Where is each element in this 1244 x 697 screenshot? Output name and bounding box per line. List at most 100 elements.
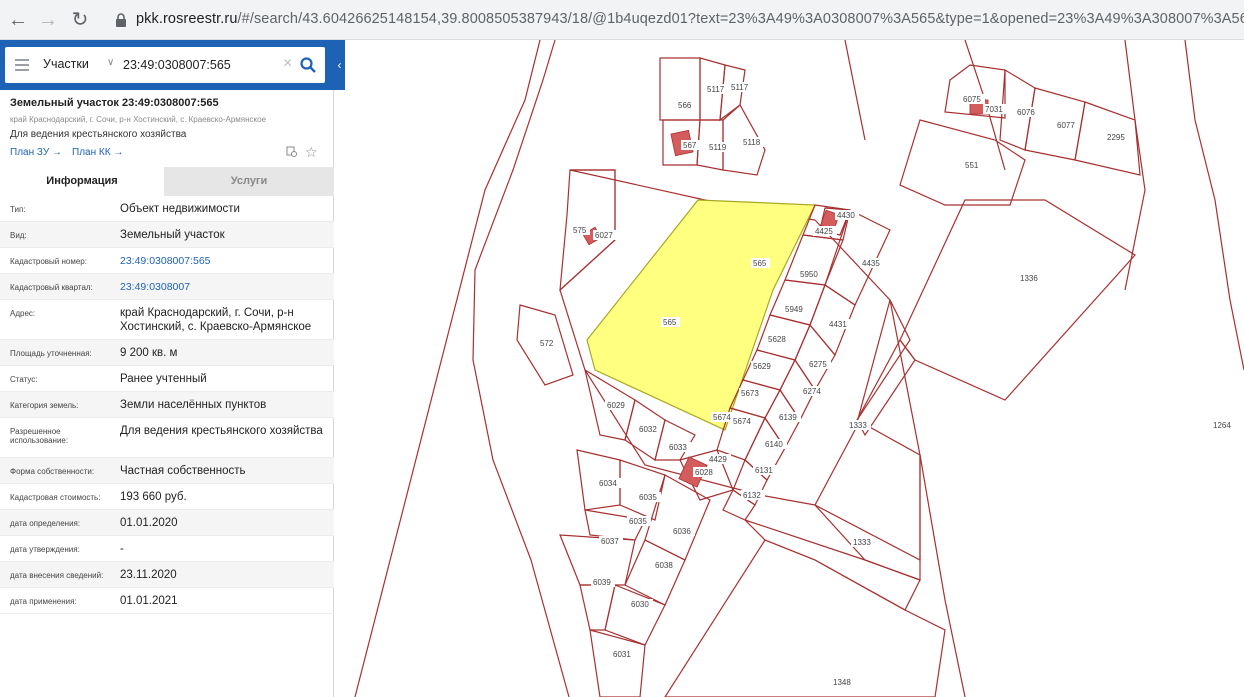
map-label: 6274 bbox=[803, 387, 821, 396]
star-icon[interactable]: ☆ bbox=[305, 144, 318, 161]
map-label: 6035 bbox=[639, 493, 657, 502]
map-label: 5673 bbox=[741, 389, 759, 398]
map-label: 567 bbox=[683, 141, 697, 150]
property-label: Кадастровый номер: bbox=[10, 257, 87, 266]
map-label: 1333 bbox=[849, 421, 867, 430]
parcel-6031[interactable] bbox=[589, 629, 646, 697]
parcel-outline[interactable] bbox=[1124, 40, 1146, 291]
map-label: 6027 bbox=[595, 231, 613, 240]
browser-toolbar: ← → ↻ pkk.rosreestr.ru/#/search/43.60426… bbox=[0, 0, 1244, 40]
property-value[interactable]: 23:49:0308007:565 bbox=[120, 254, 325, 268]
search-icon[interactable] bbox=[299, 56, 317, 74]
plan-zu-link[interactable]: План ЗУ → bbox=[10, 147, 62, 158]
tab-info[interactable]: Информация bbox=[0, 167, 164, 196]
url-text: pkk.rosreestr.ru/#/search/43.60426625148… bbox=[136, 11, 1244, 27]
property-value: Ранее учтенный bbox=[120, 373, 207, 385]
map-label: 5674 bbox=[713, 413, 731, 422]
selected-parcel-565[interactable] bbox=[586, 199, 816, 431]
map-label: 6029 bbox=[607, 401, 625, 410]
map-label: 565 bbox=[663, 318, 677, 327]
map-label: 6036 bbox=[673, 527, 691, 536]
chevron-down-icon[interactable]: ∨ bbox=[107, 57, 114, 68]
map-label: 6075 bbox=[963, 95, 981, 104]
property-row: Вид: Земельный участок bbox=[0, 222, 334, 248]
property-row: Кадастровая стоимость: 193 660 руб. bbox=[0, 484, 334, 510]
property-label: дата применения: bbox=[10, 597, 77, 606]
map-label: 6077 bbox=[1057, 121, 1075, 130]
back-arrow-icon[interactable]: ← bbox=[6, 8, 30, 32]
property-value: - bbox=[120, 543, 124, 555]
property-value: Земельный участок bbox=[120, 229, 225, 241]
cadastral-map[interactable]: 566 5117 5117 5118 5119 567 6075 7031 6076 6077 22… bbox=[345, 40, 1244, 697]
clear-icon[interactable]: × bbox=[283, 55, 292, 73]
parcel-outline[interactable] bbox=[844, 40, 866, 141]
map-label: 566 bbox=[678, 101, 692, 110]
menu-icon[interactable] bbox=[15, 59, 29, 71]
copy-icon[interactable] bbox=[286, 146, 298, 158]
property-label: Адрес: bbox=[10, 309, 36, 318]
property-row: Кадастровый номер: 23:49:0308007:565 bbox=[0, 248, 334, 274]
map-label: 6139 bbox=[779, 413, 797, 422]
parcel-551[interactable] bbox=[899, 119, 1026, 206]
map-label: 4431 bbox=[829, 320, 847, 329]
parcel-6275[interactable] bbox=[794, 323, 836, 392]
parcel-outline[interactable] bbox=[354, 40, 541, 697]
reload-icon[interactable]: ↻ bbox=[68, 8, 92, 32]
info-panel: Участки ∨ × ‹ Земельный участок 23:49:03… bbox=[0, 40, 345, 697]
parcel-566[interactable] bbox=[659, 57, 701, 121]
property-row: Статус: Ранее учтенный bbox=[0, 366, 334, 392]
map-label: 565 bbox=[753, 259, 767, 268]
parcel-1348[interactable] bbox=[664, 539, 946, 697]
property-value: 193 660 руб. bbox=[120, 491, 187, 503]
property-value: Частная собственность bbox=[120, 465, 246, 477]
search-box: Участки ∨ × bbox=[5, 47, 325, 83]
address-bar[interactable]: pkk.rosreestr.ru/#/search/43.60426625148… bbox=[104, 6, 1244, 34]
plan-kk-link[interactable]: План КК → bbox=[72, 147, 123, 158]
map-label: 6039 bbox=[593, 578, 611, 587]
property-label: Разрешенное использование: bbox=[10, 427, 69, 445]
tab-services[interactable]: Услуги bbox=[164, 167, 334, 196]
property-value: край Краснодарский, г. Сочи, р-н Хостинс… bbox=[120, 307, 312, 333]
parcel-6038[interactable] bbox=[624, 539, 686, 606]
parcel-outline[interactable] bbox=[919, 454, 966, 697]
property-label: Тип: bbox=[10, 205, 26, 214]
property-label: дата утверждения: bbox=[10, 545, 80, 554]
property-label: Категория земель: bbox=[10, 401, 79, 410]
property-label: дата внесения сведений: bbox=[10, 571, 104, 580]
parcel-5949[interactable] bbox=[769, 279, 826, 326]
parcel-1333b[interactable] bbox=[744, 519, 921, 611]
lock-icon bbox=[116, 13, 126, 27]
map-label: 5950 bbox=[800, 270, 818, 279]
property-label: Статус: bbox=[10, 375, 38, 384]
map-label: 6132 bbox=[743, 491, 761, 500]
forward-arrow-icon[interactable]: → bbox=[36, 8, 60, 32]
property-row: Разрешенное использование: Для ведения кр… bbox=[0, 418, 334, 458]
map-label: 6028 bbox=[695, 468, 713, 477]
property-value: Объект недвижимости bbox=[120, 203, 240, 215]
parcel-1336[interactable] bbox=[899, 199, 1136, 401]
map-label: 1348 bbox=[833, 678, 851, 687]
map-label: 5949 bbox=[785, 305, 803, 314]
map-label: 6030 bbox=[631, 600, 649, 609]
map-label: 5629 bbox=[753, 362, 771, 371]
collapse-panel-icon[interactable]: ‹ bbox=[334, 55, 345, 75]
map-label: 2295 bbox=[1107, 133, 1125, 142]
property-row: Площадь уточненная: 9 200 кв. м bbox=[0, 340, 334, 366]
parcel-outline[interactable] bbox=[1184, 40, 1244, 371]
property-row: Форма собственности: Частная собственност… bbox=[0, 458, 334, 484]
parcel-outline[interactable] bbox=[472, 40, 570, 697]
parcel-6036[interactable] bbox=[644, 474, 711, 561]
map-label: 6037 bbox=[601, 537, 619, 546]
property-value: Для ведения крестьянского хозяйства bbox=[120, 425, 323, 437]
map-svg[interactable]: 566 5117 5117 5118 5119 567 6075 7031 6076 6077 22… bbox=[345, 40, 1244, 697]
property-value: 01.01.2020 bbox=[120, 517, 178, 529]
map-label: 5628 bbox=[768, 335, 786, 344]
property-label: дата определения: bbox=[10, 519, 81, 528]
property-row: Кадастровый квартал: 23:49:0308007 bbox=[0, 274, 334, 300]
property-value: 9 200 кв. м bbox=[120, 347, 178, 359]
map-label: 1336 bbox=[1020, 274, 1038, 283]
map-label: 5674 bbox=[733, 417, 751, 426]
property-value[interactable]: 23:49:0308007 bbox=[120, 280, 325, 294]
property-label: Кадастровая стоимость: bbox=[10, 493, 101, 502]
search-input[interactable] bbox=[123, 54, 273, 76]
